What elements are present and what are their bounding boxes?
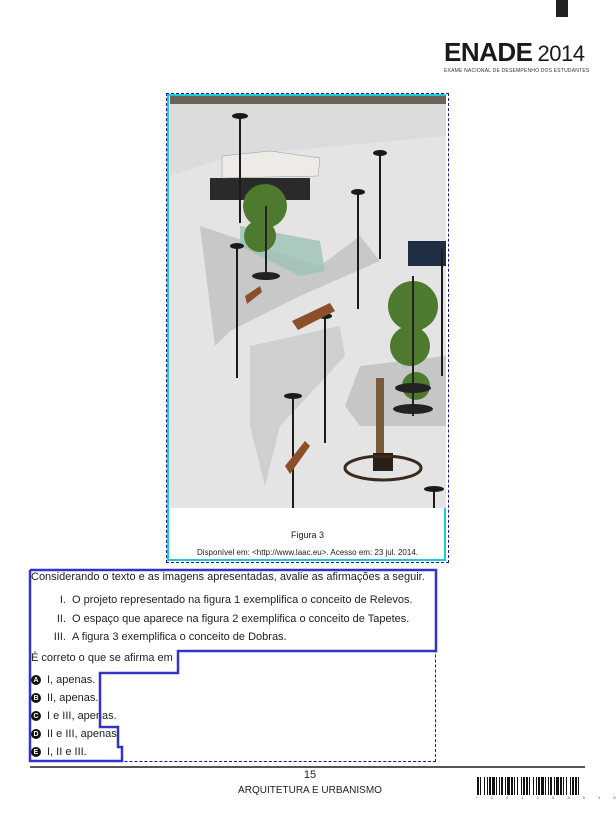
barcode-bar: [511, 777, 513, 795]
statement-number: II.: [56, 613, 66, 625]
barcode-bar: [501, 777, 503, 795]
barcode-bar: [529, 777, 530, 795]
barcode-bar: [533, 777, 534, 795]
statement-number: I.: [59, 594, 66, 606]
statement-text: O espaço que aparece na figura 2 exempli…: [72, 613, 410, 625]
barcode-bar: [566, 777, 567, 795]
option-text: I e III, apenas.: [47, 710, 117, 722]
option-text: I, II e III.: [47, 746, 87, 758]
option-text: II e III, apenas.: [47, 728, 120, 740]
option-letter: D: [31, 729, 41, 739]
statement-1: I. O projeto representado na figura 1 exe…: [48, 594, 413, 606]
statement-text: O projeto representado na figura 1 exemp…: [72, 594, 413, 606]
barcode-bar: [536, 777, 537, 795]
barcode-bar: [480, 777, 481, 795]
barcode-bar: [521, 777, 522, 795]
barcode-bar: [496, 777, 497, 795]
barcode-bar: [556, 777, 559, 795]
barcode: [477, 777, 579, 795]
barcode-bar: [507, 777, 510, 795]
option-text: II, apenas.: [47, 692, 99, 704]
barcode-bar: [575, 777, 577, 795]
course-name: ARQUITETURA E URBANISMO: [238, 785, 382, 796]
barcode-bar: [489, 777, 491, 795]
barcode-bar: [541, 777, 544, 795]
option-letter: B: [31, 693, 41, 703]
barcode-bar: [523, 777, 525, 795]
barcode-bar: [487, 777, 488, 795]
statement-2: II. O espaço que aparece na figura 2 exem…: [48, 613, 410, 625]
option-letter: C: [31, 711, 41, 721]
barcode-bar: [492, 777, 495, 795]
barcode-bar: [550, 777, 552, 795]
corner-mark: [556, 0, 568, 17]
enade-logo: ENADE 2014 EXAME NACIONAL DE DESEMPENHO D…: [444, 38, 589, 74]
barcode-bar: [548, 777, 549, 795]
barcode-bar: [477, 777, 479, 795]
barcode-bar: [514, 777, 515, 795]
option-a[interactable]: A I, apenas.: [31, 674, 95, 686]
figure-source: Disponível em: <http://www.laac.eu>. Ace…: [196, 548, 418, 557]
option-c[interactable]: C I e III, apenas.: [31, 710, 117, 722]
barcode-bar: [538, 777, 540, 795]
option-e[interactable]: E I, II e III.: [31, 746, 87, 758]
barcode-bar: [499, 777, 500, 795]
option-b[interactable]: B II, apenas.: [31, 692, 98, 704]
page-number: 15: [303, 769, 317, 781]
barcode-bar: [554, 777, 555, 795]
option-text: I, apenas.: [47, 674, 96, 686]
question-ask: É correto o que se afirma em: [31, 652, 173, 664]
barcode-bar: [572, 777, 574, 795]
barcode-bar: [570, 777, 571, 795]
barcode-bar: [484, 777, 485, 795]
option-letter: E: [31, 747, 41, 757]
option-letter: A: [31, 675, 41, 685]
option-d[interactable]: D II e III, apenas.: [31, 728, 120, 740]
barcode-bar: [578, 777, 579, 795]
barcode-bar: [560, 777, 562, 795]
barcode-bar: [563, 777, 564, 795]
figure-title: Figura 3: [290, 530, 325, 540]
question-prompt: Considerando o texto e as imagens aprese…: [31, 571, 425, 583]
footer-divider: [30, 766, 585, 768]
barcode-digits: * 2 0 1 2 0 3 5 1 5 *: [476, 795, 616, 800]
logo-main: ENADE: [444, 37, 533, 67]
logo-subtitle: EXAME NACIONAL DE DESEMPENHO DOS ESTUDAN…: [444, 68, 590, 74]
barcode-bar: [517, 777, 518, 795]
statement-3: III. A figura 3 exemplifica o conceito de…: [48, 631, 287, 643]
barcode-bar: [526, 777, 528, 795]
figure-3-photo: [170, 96, 446, 508]
barcode-bar: [545, 777, 546, 795]
exam-page: ENADE 2014 EXAME NACIONAL DE DESEMPENHO D…: [0, 0, 616, 824]
barcode-bar: [505, 777, 506, 795]
statement-text: A figura 3 exemplifica o conceito de Dob…: [72, 631, 287, 643]
logo-year: 2014: [537, 41, 585, 66]
statement-number: III.: [53, 631, 66, 643]
